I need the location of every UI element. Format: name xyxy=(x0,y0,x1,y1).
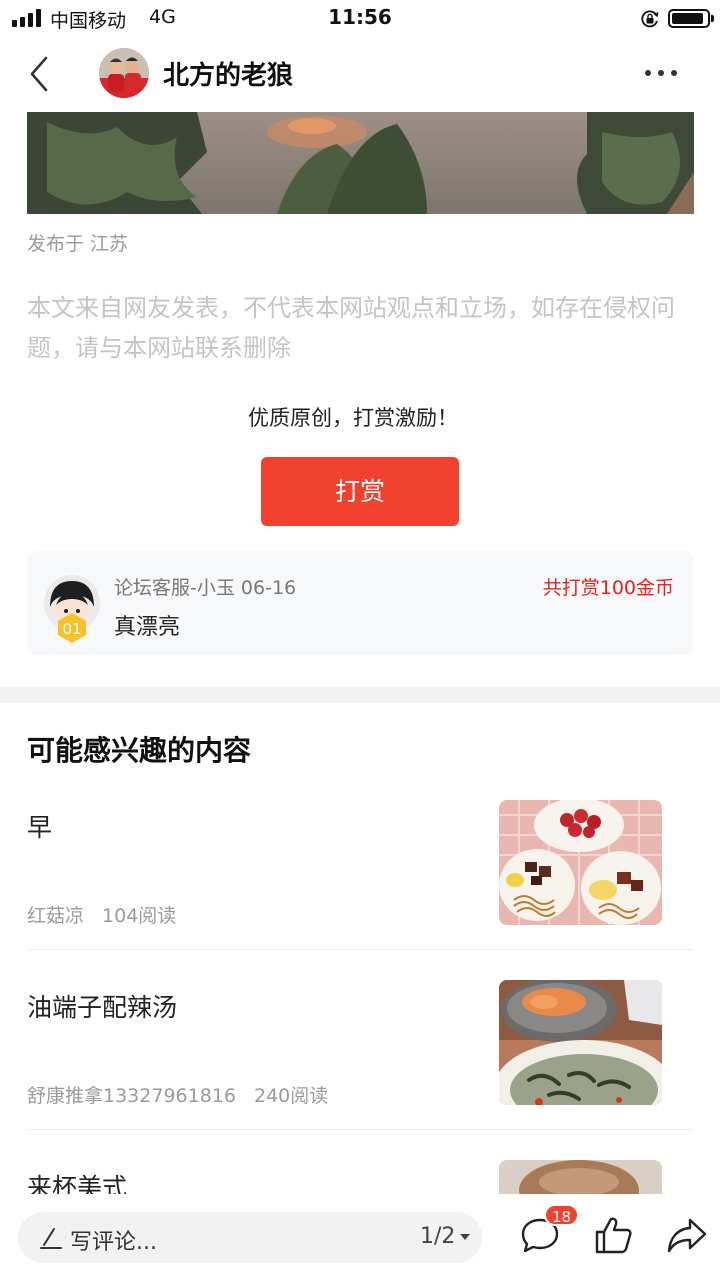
tipper-name: 论坛客服-小玉 xyxy=(114,577,235,599)
list-item-author: 舒康推拿13327961816 xyxy=(27,1085,236,1107)
like-icon[interactable] xyxy=(593,1214,635,1256)
reward-button[interactable]: 打赏 xyxy=(261,457,459,526)
more-icon[interactable] xyxy=(642,68,680,80)
publish-location: 发布于 江苏 xyxy=(27,233,129,255)
list-item[interactable]: 早 红菇凉 104阅读 xyxy=(27,800,694,950)
chevron-down-icon[interactable] xyxy=(460,1234,470,1240)
list-item[interactable]: 油端子配辣汤 舒康推拿13327961816 240阅读 xyxy=(27,980,694,1130)
tip-record-card: 01 论坛客服-小玉 06-16 真漂亮 共打赏100金币 xyxy=(27,551,694,655)
list-item-meta: 舒康推拿13327961816 240阅读 xyxy=(27,1081,346,1108)
page-indicator[interactable]: 1/2 xyxy=(420,1224,455,1249)
list-item-meta: 红菇凉 104阅读 xyxy=(27,901,194,928)
comment-input[interactable]: 写评论... 1/2 xyxy=(18,1212,482,1263)
article-image[interactable] xyxy=(27,112,694,214)
section-divider xyxy=(0,687,720,703)
list-item-thumbnail[interactable] xyxy=(499,980,662,1105)
header: 北方的老狼 xyxy=(0,38,720,110)
recommendations-title: 可能感兴趣的内容 xyxy=(27,734,252,767)
tip-date: 06-16 xyxy=(240,577,297,599)
list-item-title[interactable]: 油端子配辣汤 xyxy=(27,988,177,1024)
disclaimer-text: 本文来自网友发表，不代表本网站观点和立场，如存在侵权问题，请与本网站联系删除 xyxy=(27,294,675,362)
list-item-title[interactable]: 早 xyxy=(27,808,52,844)
rank-badge: 01 xyxy=(58,613,86,643)
bottom-toolbar: 写评论... 1/2 18 xyxy=(0,1194,720,1280)
list-separator xyxy=(27,949,694,950)
list-item-thumbnail[interactable] xyxy=(499,800,662,925)
list-item-title[interactable]: 来杯美式 xyxy=(27,1168,127,1194)
tip-comment: 真漂亮 xyxy=(114,615,181,640)
rank-number: 01 xyxy=(62,620,81,638)
comment-placeholder: 写评论... xyxy=(70,1230,157,1255)
back-arrow-icon[interactable] xyxy=(22,52,58,96)
list-item-author: 红菇凉 xyxy=(27,905,85,927)
list-item-thumbnail[interactable] xyxy=(499,1160,662,1194)
lock-rotation-icon xyxy=(641,10,659,28)
list-item[interactable]: 来杯美式 xyxy=(27,1160,694,1194)
list-item-reads: 104阅读 xyxy=(102,905,177,927)
reward-prompt: 优质原创，打赏激励！ xyxy=(248,406,458,430)
share-icon[interactable] xyxy=(666,1214,708,1256)
pencil-icon xyxy=(40,1228,62,1249)
comment-count-badge: 18 xyxy=(544,1204,580,1226)
author-name[interactable]: 北方的老狼 xyxy=(163,55,293,92)
tip-meta: 论坛客服-小玉 06-16 xyxy=(114,573,296,600)
author-avatar[interactable] xyxy=(99,48,149,98)
list-item-reads: 240阅读 xyxy=(253,1085,329,1107)
clock: 11:56 xyxy=(328,5,392,29)
list-separator xyxy=(27,1129,694,1130)
battery-icon xyxy=(668,9,714,28)
tip-total[interactable]: 共打赏100金币 xyxy=(543,573,674,600)
status-bar: 中国移动 4G 11:56 xyxy=(0,0,720,38)
